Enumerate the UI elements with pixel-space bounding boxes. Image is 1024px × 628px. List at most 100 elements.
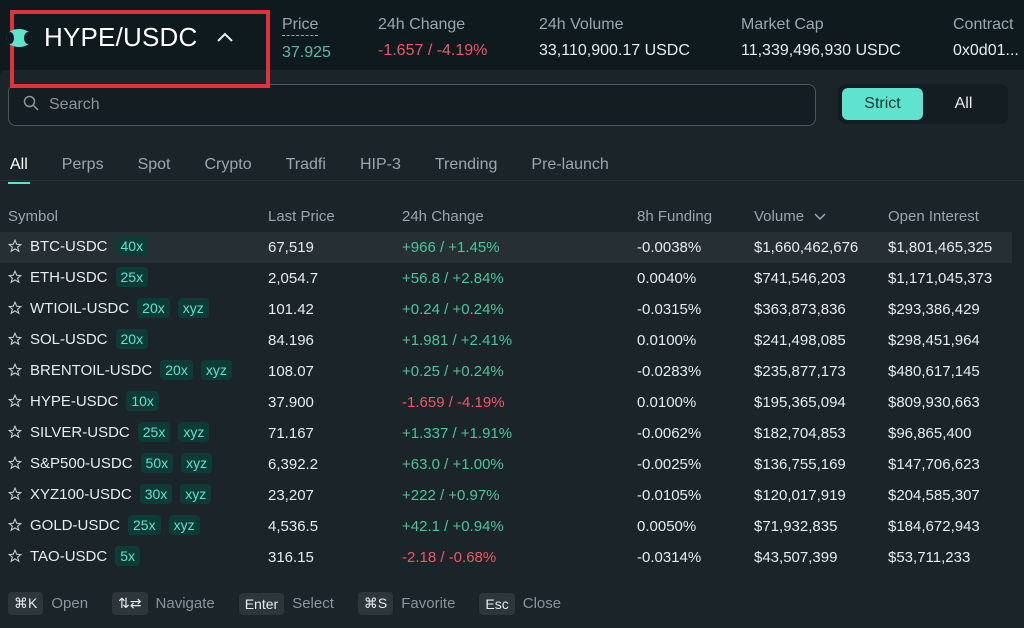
all-toggle-button[interactable]: All (923, 88, 1004, 120)
symbol-cell: SOL-USDC 20x (8, 329, 149, 349)
last-price-cell: 84.196 (268, 332, 314, 349)
stat-value: 11,339,496,930 USDC (741, 42, 901, 59)
volume-cell: $71,932,835 (754, 518, 838, 535)
stat-label: 24h Change (378, 16, 466, 33)
stat-label: Contract (953, 16, 1014, 33)
table-row[interactable]: GOLD-USDC 25x xyz 4,536.5 +42.1 / +0.94%… (0, 511, 1012, 542)
star-icon[interactable] (8, 301, 22, 315)
keyboard-hints: ⌘K Open ⇅⇄ Navigate Enter Select ⌘S Favorite Esc… (8, 592, 585, 615)
table-row[interactable]: BRENTOIL-USDC 20x xyz 108.07 +0.25 / +0.… (0, 356, 1012, 387)
last-price-cell: 316.15 (268, 549, 314, 566)
leverage-badge: 25x (137, 422, 171, 442)
symbol-name: TAO-USDC (30, 547, 108, 565)
last-price-cell: 23,207 (268, 487, 314, 504)
symbol-cell: HYPE-USDC 10x (8, 391, 159, 411)
leverage-badge: 20x (137, 298, 170, 318)
shortcut-key: ⇅⇄ (112, 592, 148, 615)
table-row[interactable]: SILVER-USDC 25x xyz 71.167 +1.337 / +1.9… (0, 418, 1012, 449)
column-8h-funding[interactable]: 8h Funding (637, 208, 712, 225)
table-row[interactable]: ETH-USDC 25x 2,054.7 +56.8 / +2.84% 0.00… (0, 263, 1012, 294)
change-cell: +42.1 / +0.94% (402, 518, 504, 535)
table-row[interactable]: TAO-USDC 5x 316.15 -2.18 / -0.68% -0.031… (0, 542, 1012, 573)
shortcut-label: Close (522, 595, 562, 612)
volume-cell: $241,498,085 (754, 332, 846, 349)
funding-cell: 0.0050% (637, 518, 697, 535)
stat-contract[interactable]: Contract 0x0d01... (953, 16, 1019, 60)
stat-market-cap: Market Cap 11,339,496,930 USDC (741, 16, 901, 60)
open-interest-cell: $1,801,465,325 (888, 239, 993, 256)
star-icon[interactable] (8, 425, 22, 439)
last-price-cell: 101.42 (268, 301, 314, 318)
symbol-cell: GOLD-USDC 25x xyz (8, 515, 200, 535)
change-cell: -1.659 / -4.19% (402, 394, 505, 411)
column-open-interest[interactable]: Open Interest (888, 208, 979, 225)
funding-cell: -0.0025% (637, 456, 702, 473)
table-row[interactable]: XYZ100-USDC 30x xyz 23,207 +222 / +0.97%… (0, 480, 1012, 511)
volume-cell: $363,873,836 (754, 301, 846, 318)
volume-cell: $43,507,399 (754, 549, 838, 566)
star-icon[interactable] (8, 394, 22, 408)
volume-cell: $235,877,173 (754, 363, 846, 380)
column-symbol[interactable]: Symbol (8, 208, 58, 225)
dex-tag-badge: xyz (181, 453, 213, 473)
shortcut-label: Favorite (401, 595, 456, 612)
column-24h-change[interactable]: 24h Change (402, 208, 484, 225)
symbol-name: ETH-USDC (30, 268, 108, 286)
star-icon[interactable] (8, 456, 22, 470)
change-cell: +1.981 / +2.41% (402, 332, 513, 349)
symbol-cell: BTC-USDC 40x (8, 236, 149, 256)
star-icon[interactable] (8, 549, 22, 563)
star-icon[interactable] (8, 239, 22, 253)
open-interest-cell: $96,865,400 (888, 425, 972, 442)
symbol-name: BRENTOIL-USDC (30, 361, 153, 379)
leverage-badge: 30x (139, 484, 173, 504)
market-selector-panel: Strict All All Perps Spot Crypto Tradfi … (0, 70, 1024, 628)
change-cell: +966 / +1.45% (402, 239, 500, 256)
table-header: Symbol Last Price 24h Change 8h Funding … (0, 206, 1024, 230)
tabs-divider (0, 180, 1024, 181)
star-icon[interactable] (8, 363, 22, 377)
funding-cell: -0.0314% (637, 549, 702, 566)
column-last-price[interactable]: Last Price (268, 208, 335, 225)
stat-label: Market Cap (741, 16, 824, 33)
shortcut-label: Navigate (155, 595, 215, 612)
star-icon[interactable] (8, 270, 22, 284)
star-icon[interactable] (8, 518, 22, 532)
table-row[interactable]: BTC-USDC 40x 67,519 +966 / +1.45% -0.003… (0, 232, 1012, 263)
open-interest-cell: $53,711,233 (888, 549, 971, 566)
pair-name: HYPE/USDC (44, 22, 198, 52)
table-row[interactable]: WTIOIL-USDC 20x xyz 101.42 +0.24 / +0.24… (0, 294, 1012, 325)
star-icon[interactable] (8, 487, 22, 501)
symbol-cell: S&P500-USDC 50x xyz (8, 453, 213, 473)
funding-cell: 0.0040% (637, 270, 697, 287)
symbol-cell: ETH-USDC 25x (8, 267, 149, 287)
last-price-cell: 71.167 (268, 425, 314, 442)
table-row[interactable]: HYPE-USDC 10x 37.900 -1.659 / -4.19% 0.0… (0, 387, 1012, 418)
stat-label: 24h Volume (539, 16, 624, 33)
volume-cell: $741,546,203 (754, 270, 846, 287)
open-interest-cell: $147,706,623 (888, 456, 980, 473)
star-icon[interactable] (8, 332, 22, 346)
symbol-name: S&P500-USDC (30, 454, 133, 472)
shortcut-key: Enter (238, 592, 285, 615)
funding-cell: -0.0105% (637, 487, 702, 504)
last-price-cell: 6,392.2 (268, 456, 319, 473)
table-row[interactable]: SOL-USDC 20x 84.196 +1.981 / +2.41% 0.01… (0, 325, 1012, 356)
last-price-cell: 37.900 (268, 394, 314, 411)
open-interest-cell: $298,451,964 (888, 332, 980, 349)
market-header: HYPE/USDC Price 37.925 24h Change -1.657… (0, 0, 1024, 88)
stat-24h-volume: 24h Volume 33,110,900.17 USDC (539, 16, 690, 60)
last-price-cell: 67,519 (268, 239, 314, 256)
symbol-cell: XYZ100-USDC 30x xyz (8, 484, 212, 504)
leverage-badge: 25x (128, 515, 161, 535)
table-row[interactable]: S&P500-USDC 50x xyz 6,392.2 +63.0 / +1.0… (0, 449, 1012, 480)
strict-toggle-button[interactable]: Strict (842, 88, 923, 120)
search-input[interactable] (49, 96, 749, 114)
change-cell: +1.337 / +1.91% (402, 425, 513, 442)
pair-selector[interactable]: HYPE/USDC (6, 22, 234, 53)
column-volume[interactable]: Volume (754, 208, 826, 225)
leverage-badge: 25x (115, 267, 149, 287)
market-table-body: BTC-USDC 40x 67,519 +966 / +1.45% -0.003… (0, 232, 1024, 573)
change-cell: +0.25 / +0.24% (402, 363, 504, 380)
search-box[interactable] (8, 84, 816, 126)
